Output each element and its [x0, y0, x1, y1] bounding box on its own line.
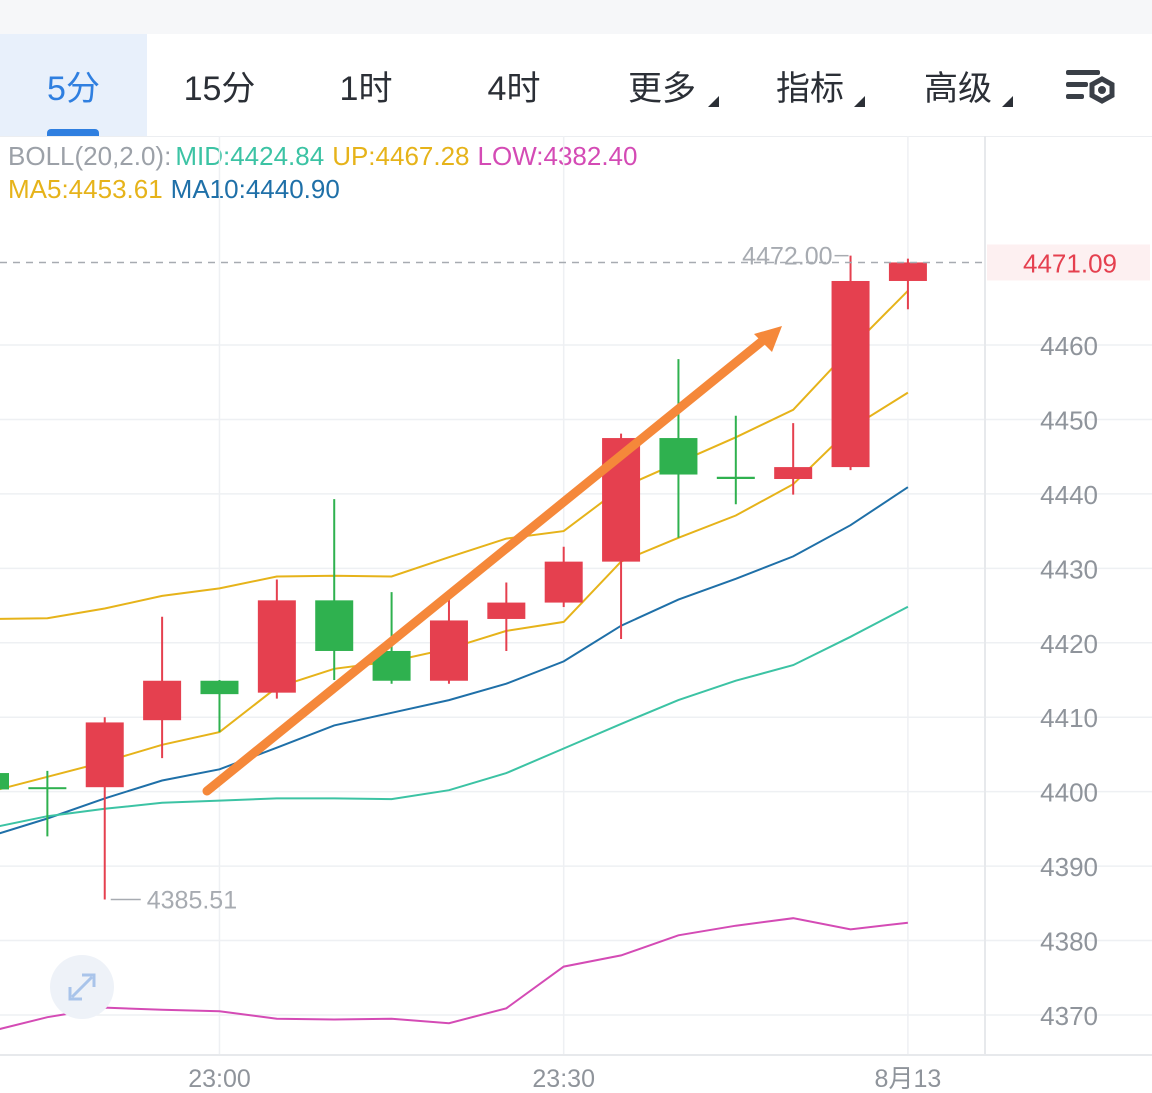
y-tick-label: 4440 [1040, 480, 1098, 510]
top-strip [0, 0, 1152, 34]
tab-15min[interactable]: 15分 [147, 34, 292, 136]
expand-chart-button[interactable] [50, 955, 114, 1019]
candle-body [0, 773, 9, 790]
candle [257, 579, 296, 699]
candle-body [831, 280, 870, 468]
max-price-label: 4472.00 [742, 243, 832, 271]
chart-settings-icon [1066, 70, 1115, 104]
tab-5min[interactable]: 5分 [0, 34, 147, 136]
timeframe-tab-bar: 5分 15分 1时 4时 更多 指标 高级 [0, 34, 1152, 137]
tab-label: 5分 [47, 69, 100, 108]
candle [774, 423, 813, 495]
candle-body [85, 722, 124, 788]
tab-label: 指标 [776, 69, 844, 108]
candle-body [143, 680, 182, 721]
tab-indicators[interactable]: 指标 [736, 34, 884, 136]
expand-arrows-icon [68, 973, 96, 1001]
x-tick-label: 23:30 [532, 1065, 595, 1093]
tab-label: 15分 [183, 69, 256, 108]
candle-body [315, 600, 354, 651]
dropdown-caret-icon [1002, 96, 1013, 107]
candle-body [257, 600, 296, 693]
y-tick-label: 4390 [1040, 852, 1098, 882]
candle-body [429, 620, 468, 681]
tab-label: 更多 [628, 69, 696, 108]
candle-body [28, 787, 67, 790]
candle-body [659, 438, 698, 475]
candle [200, 680, 239, 733]
tab-label: 1时 [339, 69, 393, 108]
candle [659, 359, 698, 538]
candle [831, 255, 870, 471]
candle [544, 546, 583, 608]
y-tick-label: 4370 [1040, 1001, 1098, 1031]
candle-body [487, 602, 526, 619]
tab-label: 高级 [924, 69, 992, 108]
dropdown-caret-icon [854, 96, 865, 107]
y-tick-label: 4450 [1040, 405, 1098, 435]
y-tick-label: 4430 [1040, 554, 1098, 584]
y-tick-label: 4380 [1040, 927, 1098, 957]
current-price-label: 4471.09 [1023, 248, 1117, 278]
candle [143, 616, 182, 759]
y-tick-label: 4410 [1040, 703, 1098, 733]
chart-settings-button[interactable] [1062, 62, 1118, 110]
active-tab-indicator [47, 129, 99, 136]
candle [716, 415, 755, 505]
candle-body [200, 680, 239, 695]
x-tick-label: 8月13 [875, 1065, 942, 1093]
y-tick-label: 4420 [1040, 629, 1098, 659]
tab-1hour[interactable]: 1时 [292, 34, 440, 136]
tab-label: 4时 [487, 69, 541, 108]
x-tick-label: 23:00 [188, 1065, 251, 1093]
candle [888, 258, 927, 310]
candle [487, 582, 526, 651]
y-tick-label: 4400 [1040, 778, 1098, 808]
y-tick-label: 4460 [1040, 331, 1098, 361]
dropdown-caret-icon [708, 96, 719, 107]
candle-body [774, 467, 813, 479]
candle-body [888, 262, 927, 281]
tab-advanced[interactable]: 高级 [884, 34, 1032, 136]
candle [0, 773, 9, 790]
candle-body [544, 561, 583, 603]
trend-arrow-line [202, 333, 771, 796]
candle-body [716, 476, 755, 479]
candle [315, 499, 354, 680]
tab-4hour[interactable]: 4时 [440, 34, 588, 136]
min-price-label: 4385.51 [147, 887, 237, 915]
tab-more[interactable]: 更多 [588, 34, 736, 136]
candlestick-chart[interactable]: 4370 4380 4390 4400 4410 4420 4430 4440 4450 4460… [0, 136, 1152, 1093]
